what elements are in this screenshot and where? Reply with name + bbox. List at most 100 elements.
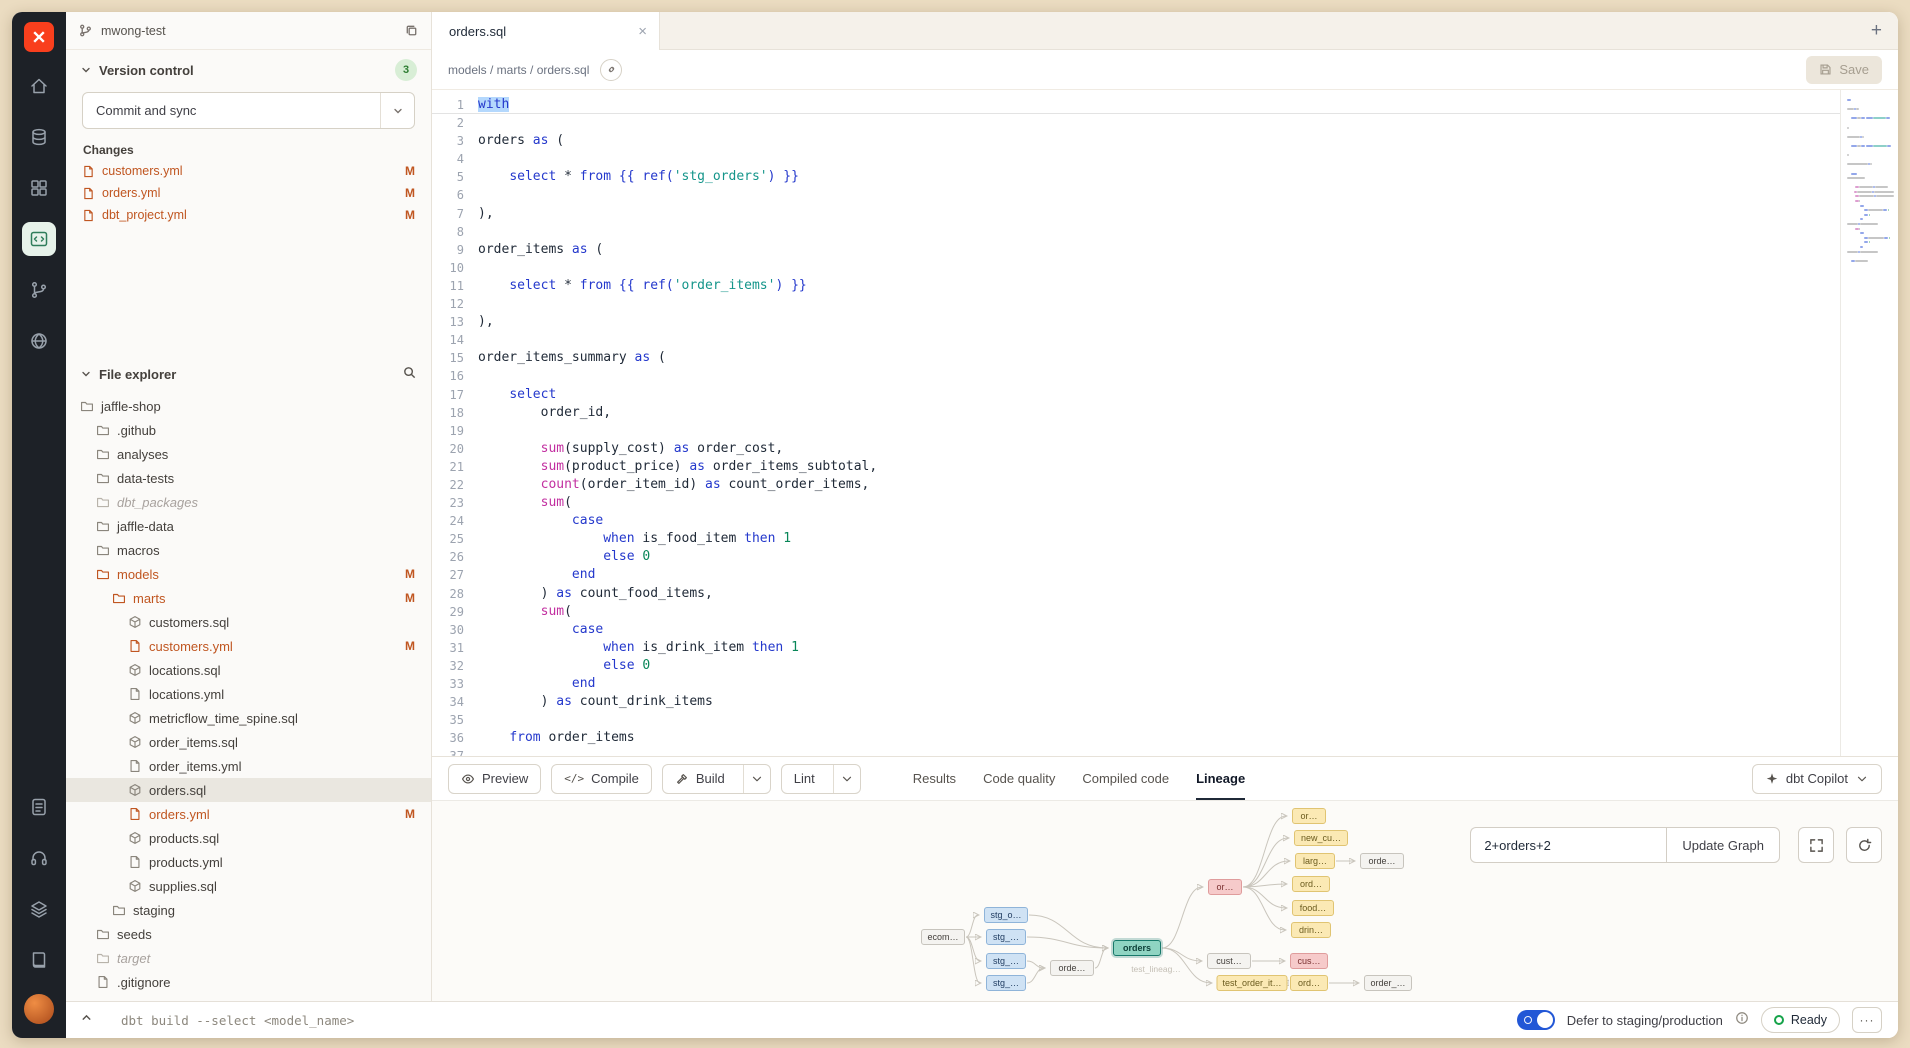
tree-item-metricflow-time-spine-sql[interactable]: metricflow_time_spine.sql [66,706,431,730]
dbt-copilot-button[interactable]: dbt Copilot [1752,764,1882,794]
tree-item-staging[interactable]: staging [66,898,431,922]
tree-item-macros[interactable]: macros [66,538,431,562]
code-line[interactable]: 23 sum( [432,494,1840,512]
code-line[interactable]: 11 select * from {{ ref('order_items') }… [432,277,1840,295]
lineage-node-stg4[interactable]: stg_… [986,975,1026,991]
home-icon[interactable] [22,69,56,103]
lineage-node-orde2[interactable]: orde… [1360,853,1404,869]
copy-icon[interactable] [404,23,419,38]
tree-item-data-tests[interactable]: data-tests [66,466,431,490]
code-line[interactable]: 37 [432,747,1840,756]
lineage-node-ord2[interactable]: ord… [1290,975,1328,991]
lineage-node-orde1[interactable]: orde… [1050,960,1094,976]
tree-item-orders-sql[interactable]: orders.sql [66,778,431,802]
tree-item-customers-yml[interactable]: customers.ymlM [66,634,431,658]
code-line[interactable]: 30 case [432,621,1840,639]
tab-orders-sql[interactable]: orders.sql × [432,12,660,50]
lineage-node-ecom[interactable]: ecom… [921,929,965,945]
tree-item-locations-sql[interactable]: locations.sql [66,658,431,682]
code-line[interactable]: 25 when is_food_item then 1 [432,530,1840,548]
code-line[interactable]: 3orders as ( [432,132,1840,150]
editor-minimap[interactable] [1840,90,1898,756]
lineage-node-cust[interactable]: cust… [1207,953,1251,969]
lineage-node-food[interactable]: food… [1292,900,1334,916]
tree-item-marts[interactable]: martsM [66,586,431,610]
lineage-node-newcu[interactable]: new_cu… [1294,830,1348,846]
code-line[interactable]: 9order_items as ( [432,241,1840,259]
preview-button[interactable]: Preview [448,764,541,794]
code-line[interactable]: 17 select [432,386,1840,404]
refresh-button[interactable] [1846,827,1882,863]
tab-compiled-code[interactable]: Compiled code [1082,757,1169,800]
code-line[interactable]: 24 case [432,512,1840,530]
code-line[interactable]: 27 end [432,566,1840,584]
tree-item-order-items-yml[interactable]: order_items.yml [66,754,431,778]
lineage-node-ory[interactable]: or… [1292,808,1326,824]
version-control-header[interactable]: Version control 3 [66,50,431,88]
tab-results[interactable]: Results [913,757,956,800]
commit-and-sync-button[interactable]: Commit and sync [82,92,415,129]
expand-command-bar-button[interactable] [80,1011,93,1029]
commit-dropdown[interactable] [380,93,414,128]
more-options-button[interactable]: ··· [1852,1007,1882,1033]
fullscreen-button[interactable] [1798,827,1834,863]
code-line[interactable]: 10 [432,259,1840,277]
build-button[interactable]: Build [662,764,771,794]
changed-file[interactable]: customers.ymlM [66,160,431,182]
build-dropdown[interactable] [743,765,770,793]
code-line[interactable]: 21 sum(product_price) as order_items_sub… [432,458,1840,476]
status-badge[interactable]: Ready [1761,1007,1840,1033]
changed-file[interactable]: orders.ymlM [66,182,431,204]
code-line[interactable]: 7), [432,205,1840,223]
database-icon[interactable] [22,120,56,154]
tree-item-target[interactable]: target [66,946,431,970]
lineage-node-stg3[interactable]: stg_… [986,953,1026,969]
code-line[interactable]: 2 [432,114,1840,132]
dbt-logo[interactable] [24,22,54,52]
code-line[interactable]: 35 [432,711,1840,729]
lineage-node-larg[interactable]: larg… [1295,853,1335,869]
code-line[interactable]: 5 select * from {{ ref('stg_orders') }} [432,168,1840,186]
tree-item-supplies-sql[interactable]: supplies.sql [66,874,431,898]
file-search-button[interactable] [402,365,417,383]
warehouse-icon[interactable] [22,892,56,926]
tree-item--gitignore[interactable]: .gitignore [66,970,431,994]
lint-dropdown[interactable] [833,765,860,793]
code-line[interactable]: 8 [432,223,1840,241]
support-headset-icon[interactable] [22,841,56,875]
changed-file[interactable]: dbt_project.ymlM [66,204,431,226]
lineage-node-testorder[interactable]: test_order_it… [1216,975,1287,991]
compile-button[interactable]: </> Compile [551,764,652,794]
code-line[interactable]: 34 ) as count_drink_items [432,693,1840,711]
lineage-node-orderw[interactable]: order_… [1364,975,1412,991]
code-line[interactable]: 12 [432,295,1840,313]
tree-item-orders-yml[interactable]: orders.ymlM [66,802,431,826]
code-line[interactable]: 1with [432,96,1840,114]
code-line[interactable]: 29 sum( [432,603,1840,621]
close-tab-icon[interactable]: × [638,24,647,39]
code-line[interactable]: 4 [432,150,1840,168]
lint-button[interactable]: Lint [781,764,861,794]
lineage-node-orders[interactable]: orders [1113,940,1161,956]
command-input[interactable]: dbt build --select <model_name> [121,1013,1505,1028]
globe-icon[interactable] [22,324,56,358]
lineage-node-orp[interactable]: or… [1208,879,1242,895]
tree-item-order-items-sql[interactable]: order_items.sql [66,730,431,754]
file-explorer-header[interactable]: File explorer [66,356,431,390]
tree-item-analyses[interactable]: analyses [66,442,431,466]
tab-lineage[interactable]: Lineage [1196,757,1245,800]
code-line[interactable]: 22 count(order_item_id) as count_order_i… [432,476,1840,494]
docs-book-icon[interactable] [22,943,56,977]
lineage-node-stg2[interactable]: stg_… [986,929,1026,945]
tree-item-seeds[interactable]: seeds [66,922,431,946]
tab-code-quality[interactable]: Code quality [983,757,1055,800]
lineage-node-stg1[interactable]: stg_o… [984,907,1028,923]
code-line[interactable]: 18 order_id, [432,404,1840,422]
code-line[interactable]: 28 ) as count_food_items, [432,585,1840,603]
defer-toggle[interactable] [1517,1010,1555,1030]
tree-item-dbt-packages[interactable]: dbt_packages [66,490,431,514]
lineage-node-drin[interactable]: drin… [1291,922,1331,938]
code-line[interactable]: 32 else 0 [432,657,1840,675]
tree-item-products-sql[interactable]: products.sql [66,826,431,850]
tree-item--github[interactable]: .github [66,418,431,442]
